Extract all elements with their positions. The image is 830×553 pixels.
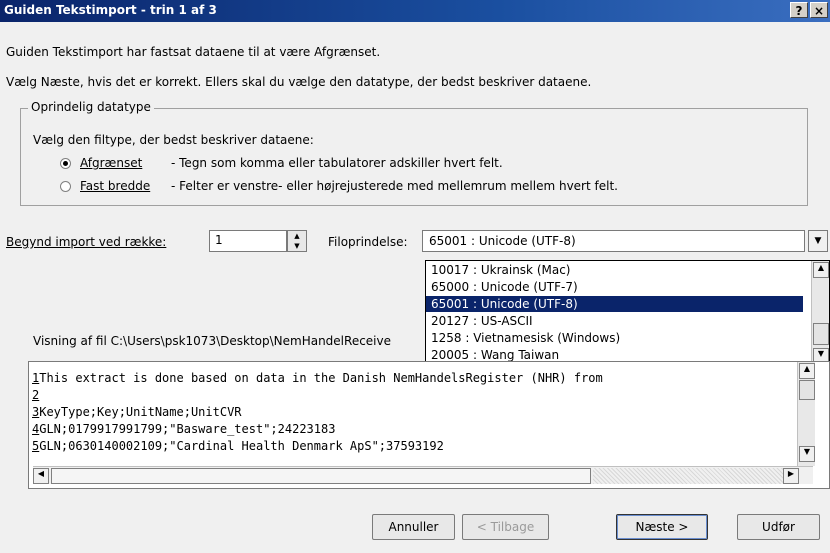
close-button[interactable]: × xyxy=(810,2,828,18)
preview-line: 2 xyxy=(32,388,40,402)
intro-line-2: Vælg Næste, hvis det er korrekt. Ellers … xyxy=(6,75,592,89)
scroll-right-icon[interactable]: ▶ xyxy=(783,468,799,484)
start-row-input[interactable]: 1 xyxy=(209,230,287,252)
title-bar: Guiden Tekstimport - trin 1 af 3 ? × xyxy=(0,0,830,22)
radio-fixed-width[interactable] xyxy=(60,181,71,192)
radio-delimited-label[interactable]: Afgrænset xyxy=(80,156,142,170)
file-origin-dropdown-list: 10017 : Ukrainsk (Mac) 65000 : Unicode (… xyxy=(425,260,830,366)
scroll-thumb[interactable] xyxy=(51,468,591,484)
preview-horizontal-scrollbar[interactable]: ◀ ▶ xyxy=(33,466,813,484)
preview-line: 5GLN;0630140002109;"Cardinal Health Denm… xyxy=(32,439,444,453)
scroll-up-icon[interactable]: ▲ xyxy=(813,262,829,278)
file-origin-label: Filoprindelse: xyxy=(328,235,408,249)
intro-line-1: Guiden Tekstimport har fastsat dataene t… xyxy=(6,45,381,59)
datatype-prompt: Vælg den filtype, der bedst beskriver da… xyxy=(33,133,314,147)
radio-delimited-description: - Tegn som komma eller tabulatorer adski… xyxy=(171,156,503,170)
file-preview: 1This extract is done based on data in t… xyxy=(28,361,830,489)
radio-fixed-width-label[interactable]: Fast bredde xyxy=(80,179,150,193)
chevron-down-icon: ▼ xyxy=(814,236,822,246)
scroll-down-icon[interactable]: ▼ xyxy=(799,446,815,462)
dropdown-option[interactable]: 65000 : Unicode (UTF-7) xyxy=(426,279,803,295)
cancel-button[interactable]: Annuller xyxy=(372,514,455,540)
scroll-left-icon[interactable]: ◀ xyxy=(33,468,49,484)
preview-line: 3KeyType;Key;UnitName;UnitCVR xyxy=(32,405,242,419)
radio-fixed-width-description: - Felter er venstre- eller højrejustered… xyxy=(171,179,618,193)
scroll-thumb[interactable] xyxy=(813,323,829,345)
preview-vertical-scrollbar[interactable]: ▲ ▼ xyxy=(797,362,815,466)
dropdown-option[interactable]: 20127 : US-ASCII xyxy=(426,313,803,329)
start-row-stepper[interactable]: ▲ ▼ xyxy=(287,230,307,252)
finish-button[interactable]: Udfør xyxy=(737,514,820,540)
file-origin-dropdown-button[interactable]: ▼ xyxy=(808,230,828,252)
chevron-up-icon[interactable]: ▲ xyxy=(288,231,306,241)
chevron-down-icon[interactable]: ▼ xyxy=(288,241,306,251)
scroll-thumb[interactable] xyxy=(799,380,815,400)
dropdown-option[interactable]: 10017 : Ukrainsk (Mac) xyxy=(426,262,803,278)
window-title: Guiden Tekstimport - trin 1 af 3 xyxy=(4,3,217,17)
dropdown-scrollbar[interactable]: ▲ ▼ xyxy=(811,261,829,365)
help-button[interactable]: ? xyxy=(790,2,808,18)
start-row-label: Begynd import ved række: xyxy=(6,235,167,249)
next-button[interactable]: Næste > xyxy=(616,514,708,540)
radio-delimited[interactable] xyxy=(60,158,71,169)
scroll-track xyxy=(593,468,783,484)
dropdown-option-selected[interactable]: 65001 : Unicode (UTF-8) xyxy=(426,296,803,312)
back-button[interactable]: < Tilbage xyxy=(462,514,549,540)
preview-line: 1This extract is done based on data in t… xyxy=(32,371,603,385)
scroll-up-icon[interactable]: ▲ xyxy=(799,363,815,379)
preview-line: 4GLN;0179917991799;"Basware_test";242231… xyxy=(32,422,336,436)
file-origin-select[interactable]: 65001 : Unicode (UTF-8) xyxy=(422,230,805,252)
preview-label: Visning af fil C:\Users\psk1073\Desktop\… xyxy=(33,334,391,348)
dropdown-option[interactable]: 1258 : Vietnamesisk (Windows) xyxy=(426,330,803,346)
datatype-group-legend: Oprindelig datatype xyxy=(28,100,154,114)
